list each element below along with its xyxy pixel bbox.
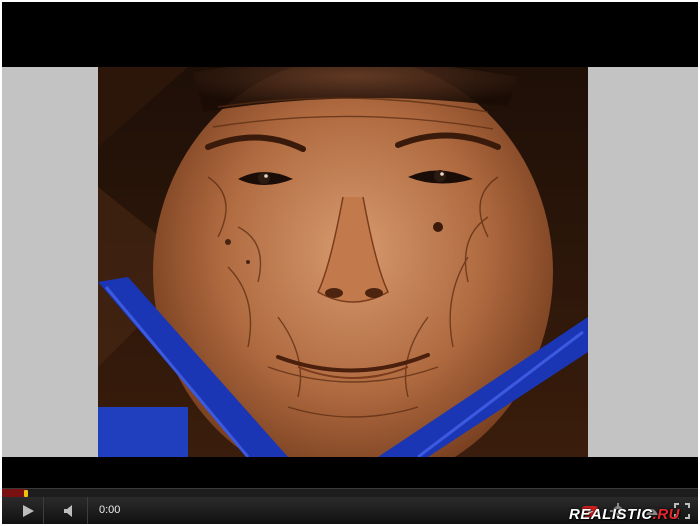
pillarbox-left xyxy=(2,67,98,457)
watermark-main-text: REALISTIC xyxy=(569,506,653,523)
progress-scrubber[interactable] xyxy=(24,490,29,497)
video-stage[interactable] xyxy=(2,2,698,488)
progress-bar[interactable] xyxy=(2,488,698,497)
video-frame[interactable] xyxy=(98,67,588,457)
progress-fill xyxy=(2,489,27,497)
play-button[interactable] xyxy=(12,497,44,524)
video-frame-image xyxy=(98,67,588,457)
volume-button[interactable] xyxy=(52,497,88,524)
speaker-icon xyxy=(63,504,72,517)
watermark-logo: REALISTIC.RU xyxy=(569,506,680,523)
time-display: 0:00 xyxy=(99,504,121,516)
play-icon xyxy=(22,504,34,517)
video-player[interactable]: 0:00 REALISTIC.RU xyxy=(2,2,698,524)
pillarbox-right xyxy=(588,67,698,457)
watermark-accent-text: .RU xyxy=(652,506,681,523)
